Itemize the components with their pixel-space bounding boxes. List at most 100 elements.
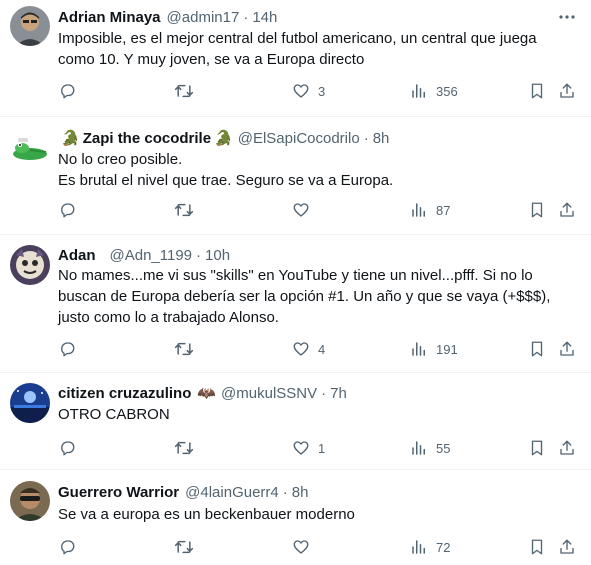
- retweet-icon: [174, 441, 194, 455]
- like-count: 4: [318, 341, 326, 357]
- bookmark-button[interactable]: [528, 537, 546, 557]
- timestamp[interactable]: 8h: [373, 130, 390, 147]
- username[interactable]: @ElSapiCocodrilo: [238, 130, 360, 147]
- action-bar: 3 356: [58, 81, 578, 101]
- separator-dot: ·: [196, 246, 202, 264]
- bookmark-icon: [531, 341, 543, 357]
- views-count: 87: [436, 202, 451, 218]
- tweet-text-line: OTRO CABRON: [58, 406, 170, 423]
- tweet-text-line: Se va a europa es un beckenbauer moderno: [58, 506, 355, 523]
- reply-button[interactable]: [58, 81, 76, 101]
- heart-icon: [293, 441, 309, 455]
- display-name[interactable]: Guerrero Warrior: [58, 484, 179, 501]
- timestamp[interactable]: 10h: [205, 247, 230, 264]
- action-bar: 4 191: [58, 339, 578, 359]
- username[interactable]: @mukulSSNV: [221, 385, 317, 402]
- views-icon: [412, 203, 425, 217]
- views-count: 55: [436, 440, 451, 456]
- display-name[interactable]: Zapi the cocodrile: [83, 130, 211, 147]
- retweet-button[interactable]: [174, 81, 194, 101]
- tweet[interactable]: Guerrero Warrior @4lainGuerr4 · 8h Se va…: [0, 471, 591, 565]
- avatar[interactable]: [10, 245, 50, 285]
- views-button[interactable]: 356: [410, 81, 458, 101]
- like-button[interactable]: 1: [292, 438, 325, 458]
- tweet-text-line: No lo creo posible.: [58, 151, 183, 168]
- retweet-icon: [174, 342, 194, 356]
- like-button[interactable]: [292, 200, 310, 220]
- retweet-icon: [174, 84, 194, 98]
- tweet[interactable]: citizen cruzazulino 🦇 @mukulSSNV · 7h OT…: [0, 374, 591, 470]
- share-button[interactable]: [558, 200, 576, 220]
- avatar[interactable]: [10, 383, 50, 423]
- retweet-button[interactable]: [174, 200, 194, 220]
- bookmark-button[interactable]: [528, 81, 546, 101]
- share-icon: [560, 539, 574, 554]
- share-icon: [560, 440, 574, 455]
- timestamp[interactable]: 14h: [252, 9, 277, 26]
- action-bar: 72: [58, 537, 578, 557]
- share-button[interactable]: [558, 339, 576, 359]
- tweet[interactable]: Adrian Minaya @admin17 · 14h Imposible, …: [0, 0, 591, 117]
- name-emoji: 🦇: [197, 385, 217, 402]
- reply-icon: [61, 540, 75, 555]
- heart-icon: [293, 342, 309, 356]
- tweet-header: citizen cruzazulino 🦇 @mukulSSNV · 7h: [58, 383, 347, 403]
- share-icon: [560, 202, 574, 217]
- heart-icon: [293, 203, 309, 217]
- tweet-text: No lo creo posible. Es brutal el nivel q…: [58, 149, 578, 191]
- views-button[interactable]: 191: [410, 339, 458, 359]
- views-button[interactable]: 87: [410, 200, 450, 220]
- tweet-text-line: Imposible, es el mejor central del futbo…: [58, 30, 537, 47]
- bookmark-icon: [531, 440, 543, 456]
- retweet-button[interactable]: [174, 339, 194, 359]
- timestamp[interactable]: 8h: [292, 484, 309, 501]
- like-button[interactable]: 4: [292, 339, 325, 359]
- views-button[interactable]: 55: [410, 438, 450, 458]
- avatar[interactable]: [10, 128, 50, 168]
- like-button[interactable]: 3: [292, 81, 325, 101]
- tweet-text-line: justo como lo a trabajado Alonso.: [58, 309, 279, 326]
- views-count: 191: [436, 341, 458, 357]
- username[interactable]: @Adn_1199: [110, 247, 193, 264]
- tweet[interactable]: 🐊 Zapi the cocodrile 🐊 @ElSapiCocodrilo …: [0, 118, 591, 235]
- share-icon: [560, 341, 574, 356]
- like-button[interactable]: [292, 537, 310, 557]
- retweet-button[interactable]: [174, 537, 194, 557]
- bookmark-button[interactable]: [528, 438, 546, 458]
- share-button[interactable]: [558, 81, 576, 101]
- tweet-text-line: Es brutal el nivel que trae. Seguro se v…: [58, 172, 394, 189]
- tweet-text-line: como 10. Y muy joven, se va a Europa dir…: [58, 51, 365, 68]
- retweet-icon: [174, 540, 194, 554]
- username[interactable]: @4lainGuerr4: [185, 484, 279, 501]
- more-icon[interactable]: [557, 7, 577, 27]
- bookmark-button[interactable]: [528, 339, 546, 359]
- display-name[interactable]: Adan: [58, 247, 96, 264]
- tweet-header: 🐊 Zapi the cocodrile 🐊 @ElSapiCocodrilo …: [58, 128, 389, 148]
- bookmark-icon: [531, 83, 543, 99]
- share-button[interactable]: [558, 438, 576, 458]
- tweet-text-line: buscan de Europa debería ser la opción #…: [58, 288, 551, 305]
- display-name[interactable]: Adrian Minaya: [58, 9, 161, 26]
- tweet[interactable]: Adan @Adn_1199 · 10h No mames...me vi su…: [0, 236, 591, 373]
- share-button[interactable]: [558, 537, 576, 557]
- username[interactable]: @admin17: [167, 9, 240, 26]
- reply-button[interactable]: [58, 537, 76, 557]
- avatar[interactable]: [10, 6, 50, 46]
- action-bar: 1 55: [58, 438, 578, 458]
- name-emoji: 🐊: [61, 130, 80, 147]
- reply-button[interactable]: [58, 339, 76, 359]
- retweet-button[interactable]: [174, 438, 194, 458]
- tweet-header: Guerrero Warrior @4lainGuerr4 · 8h: [58, 482, 308, 502]
- reply-icon: [61, 342, 75, 357]
- avatar[interactable]: [10, 481, 50, 521]
- tweet-text: Se va a europa es un beckenbauer moderno: [58, 504, 578, 525]
- views-button[interactable]: 72: [410, 537, 450, 557]
- like-count: 3: [318, 83, 326, 99]
- bookmark-button[interactable]: [528, 200, 546, 220]
- tweet-header: Adan @Adn_1199 · 10h: [58, 245, 230, 265]
- display-name[interactable]: citizen cruzazulino: [58, 385, 191, 402]
- reply-button[interactable]: [58, 200, 76, 220]
- reply-button[interactable]: [58, 438, 76, 458]
- tweet-text-line: No mames...me vi sus "skills" en YouTube…: [58, 267, 533, 284]
- timestamp[interactable]: 7h: [330, 385, 347, 402]
